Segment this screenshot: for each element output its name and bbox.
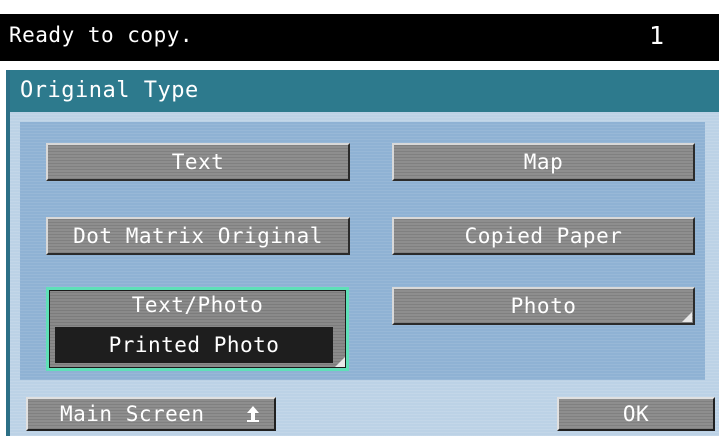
dot-matrix-original-button[interactable]: Dot Matrix Original: [46, 217, 350, 255]
up-arrow-icon: [247, 406, 259, 422]
main-screen-label: Main Screen: [60, 402, 205, 426]
status-message: Ready to copy.: [9, 23, 194, 47]
submenu-corner-icon: [335, 357, 345, 367]
text-photo-label: Text/Photo: [131, 293, 264, 317]
copy-count: 1: [648, 21, 664, 50]
text-button[interactable]: Text: [46, 143, 350, 181]
photo-button-label: Photo: [510, 294, 577, 318]
map-button[interactable]: Map: [392, 143, 695, 181]
main-screen-button[interactable]: Main Screen: [26, 397, 276, 431]
panel-title: Original Type: [10, 70, 719, 112]
ok-button[interactable]: OK: [557, 397, 715, 431]
photo-button[interactable]: Photo: [392, 287, 695, 325]
status-bar: Ready to copy. 1: [0, 14, 719, 61]
text-photo-button[interactable]: Text/Photo Printed Photo: [46, 287, 349, 371]
submenu-corner-icon: [682, 312, 692, 322]
copied-paper-button[interactable]: Copied Paper: [392, 217, 695, 255]
printed-photo-label: Printed Photo: [55, 327, 333, 363]
